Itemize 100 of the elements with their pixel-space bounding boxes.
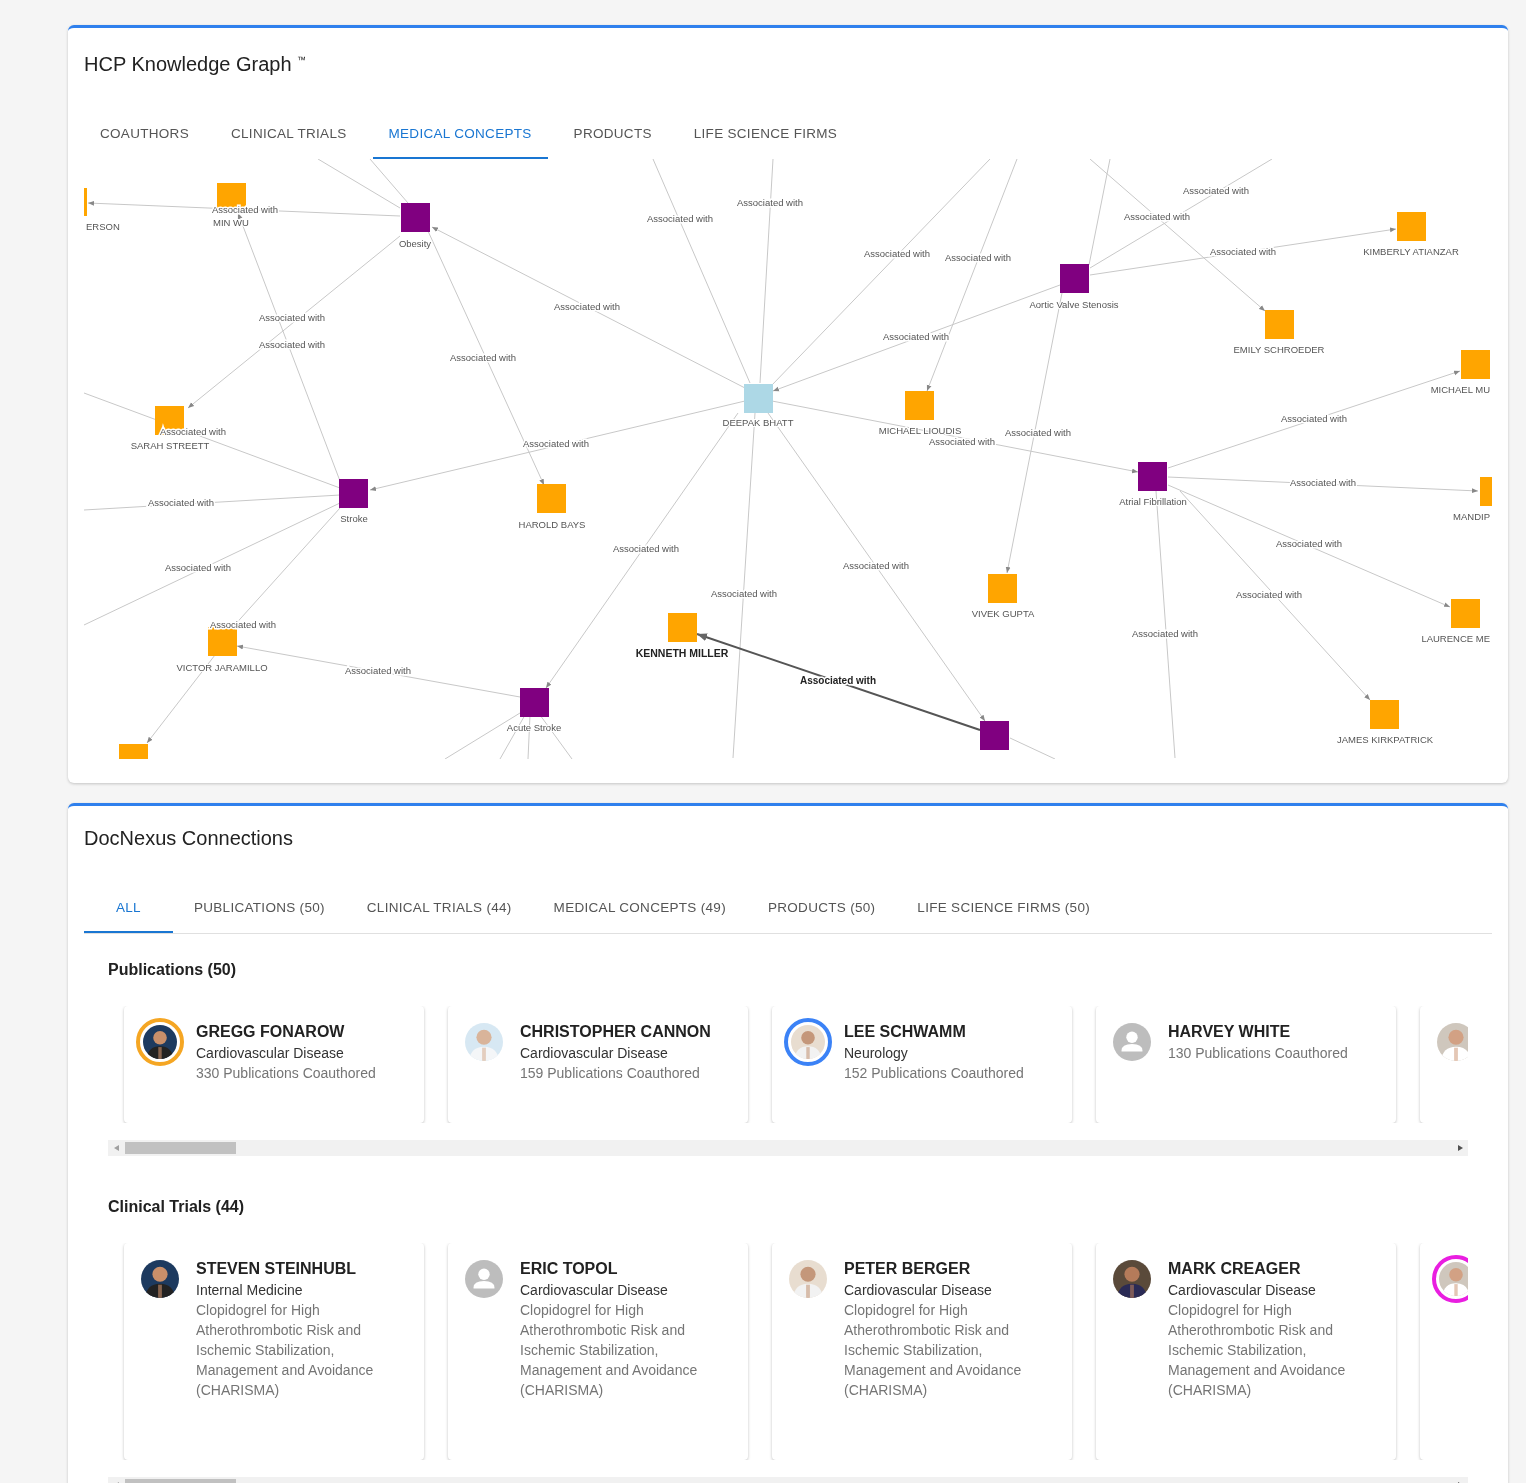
specialty: Internal Medicine — [196, 1280, 304, 1300]
edge-label: Associated with — [1005, 426, 1071, 438]
edge-label: Associated with — [883, 330, 949, 342]
graph-node[interactable] — [980, 720, 1009, 750]
graph-node[interactable] — [744, 383, 773, 413]
person-card[interactable]: PETER BERGER Cardiovascular Disease Clopidogrel for High Atherothrombotic Risk and Ischemic Stabilization, Management and Avoidance (CHARISMA) — [772, 1242, 1072, 1460]
node-label: LAURENCE ME — [1421, 632, 1490, 644]
specialty: Cardiovascular Disease — [1168, 1280, 1317, 1300]
person-card[interactable]: STEVEN STEINHUBL Internal Medicine Clopidogrel for High Atherothrombotic Risk and Ischemic Stabilization, Management and Avoidance (CHARISMA) — [124, 1242, 424, 1460]
specialty: Cardiovascular Disease — [196, 1043, 345, 1063]
graph-node[interactable] — [84, 187, 87, 216]
edge-label: Associated with — [1132, 627, 1198, 639]
graph-node[interactable] — [520, 687, 549, 717]
connection-detail: 330 Publications Coauthored — [196, 1063, 376, 1083]
person-name: STEVEN STEINHUBL — [196, 1258, 357, 1279]
scrollbar-thumb[interactable] — [125, 1141, 236, 1154]
graph-node[interactable] — [1461, 349, 1490, 379]
node-label: MANDIP — [1453, 510, 1490, 522]
scroll-left-icon[interactable] — [114, 1144, 119, 1151]
tab[interactable]: MEDICAL CONCEPTS (49) — [532, 884, 747, 933]
person-icon — [465, 1259, 503, 1298]
node-label: HAROLD BAYS — [518, 518, 586, 530]
person-card[interactable]: GREGG FONAROW Cardiovascular Disease 330 Publications Coauthored — [124, 1005, 424, 1123]
tab[interactable]: PUBLICATIONS (50) — [172, 884, 346, 933]
node-label: Obesity — [398, 237, 432, 249]
tab[interactable]: CLINICAL TRIALS — [214, 110, 363, 159]
edge-label: Associated with — [737, 196, 803, 208]
graph-node[interactable] — [905, 390, 934, 420]
node-label: VIVEK GUPTA — [971, 607, 1035, 619]
section-title: Clinical Trials (44) — [108, 1196, 246, 1217]
person-card[interactable]: HARVEY WHITE 130 Publications Coauthored — [1096, 1005, 1396, 1123]
person-name: CHRISTOPHER CANNON — [520, 1021, 711, 1042]
graph-node[interactable] — [1370, 699, 1399, 729]
connection-detail: 159 Publications Coauthored — [520, 1063, 701, 1083]
scrollbar[interactable] — [108, 1139, 1468, 1156]
graph-node[interactable] — [1451, 598, 1480, 628]
person-card[interactable]: CHRISTOPHER CANNON Cardiovascular Disease 159 Publications Coauthored — [448, 1005, 748, 1123]
connection-detail: Clopidogrel for High Atherothrombotic Risk and Ischemic Stabilization, Management and Avoidance (CHARISMA) — [196, 1300, 375, 1400]
panel-title: DocNexus Connections — [84, 825, 294, 850]
person-card[interactable]: ERIC TOPOL Cardiovascular Disease Clopidogrel for High Atherothrombotic Risk and Ischemic Stabilization, Management and Avoidance (CHARISMA) — [448, 1242, 748, 1460]
node-label: JAMES KIRKPATRICK — [1336, 733, 1434, 745]
node-label: VICTOR JARAMILLO — [176, 661, 268, 673]
node-label: DEEPAK BHATT — [722, 416, 794, 428]
node-label: KENNETH MILLER — [635, 646, 729, 659]
tab[interactable]: ALL — [84, 884, 173, 933]
graph-node[interactable] — [537, 483, 566, 513]
tab[interactable]: LIFE SCIENCE FIRMS (50) — [896, 884, 1112, 933]
edge-label: Associated with — [864, 247, 930, 259]
tab[interactable]: MEDICAL CONCEPTS — [372, 110, 548, 159]
tab[interactable]: COAUTHORS — [84, 110, 205, 159]
node-label: MIN WU — [213, 216, 249, 228]
node-label: MICHAEL MU — [1430, 383, 1490, 395]
graph-node[interactable] — [1397, 211, 1426, 241]
graph-node[interactable] — [1480, 476, 1492, 506]
edge-label: Associated with — [210, 618, 276, 630]
edge-label: Associated with — [1210, 245, 1276, 257]
section-title: Publications (50) — [108, 959, 238, 980]
edge-label: Associated with — [345, 664, 411, 676]
person-name: ERIC TOPOL — [520, 1258, 619, 1279]
tab[interactable]: PRODUCTS (50) — [746, 884, 897, 933]
person-card[interactable]: LEE SCHWAMM Neurology 152 Publications Coauthored — [772, 1005, 1072, 1123]
edge-label: Associated with — [523, 437, 589, 449]
edge-label: Associated with — [843, 559, 909, 571]
graph-node[interactable] — [1265, 309, 1294, 339]
connection-detail: Clopidogrel for High Atherothrombotic Risk and Ischemic Stabilization, Management and Avoidance (CHARISMA) — [520, 1300, 699, 1400]
edge-label: Associated with — [1183, 184, 1249, 196]
node-label: MICHAEL LIOUDIS — [878, 424, 962, 436]
connection-detail: 130 Publications Coauthored — [1168, 1043, 1348, 1063]
edge-label: Associated with — [1290, 476, 1356, 488]
node-label: Stroke — [340, 512, 368, 524]
graph-node[interactable] — [1060, 263, 1089, 293]
specialty: Neurology — [844, 1043, 909, 1063]
edge-label: Associated with — [1276, 537, 1342, 549]
tab[interactable]: PRODUCTS — [557, 110, 668, 159]
graph-node[interactable] — [1138, 461, 1167, 491]
person-name: LEE SCHWAMM — [844, 1021, 967, 1042]
person-card[interactable]: MARK CREAGER Cardiovascular Disease Clopidogrel for High Atherothrombotic Risk and Ischemic Stabilization, Management and Avoidance (CHARISMA) — [1096, 1242, 1396, 1460]
edge-label: Associated with — [929, 435, 995, 447]
graph-node[interactable] — [339, 478, 368, 508]
edge-label: Associated with — [450, 351, 516, 363]
edge-label: Associated with — [554, 300, 620, 312]
person-name: MARK CREAGER — [1168, 1258, 1302, 1279]
graph-node[interactable] — [668, 612, 697, 642]
scroll-right-icon[interactable] — [1458, 1144, 1463, 1151]
edge-label: Associated with — [259, 311, 325, 323]
node-label: EMILY SCHROEDER — [1233, 343, 1325, 355]
graph-node[interactable] — [401, 202, 430, 232]
edge-label: Associated with — [613, 542, 679, 554]
edge-label: Associated with — [1236, 588, 1302, 600]
node-label: SARAH STREETT — [130, 439, 210, 451]
graph-node[interactable] — [988, 573, 1017, 603]
tab[interactable]: CLINICAL TRIALS (44) — [345, 884, 533, 933]
node-label: KIMBERLY ATIANZAR — [1363, 245, 1459, 257]
edge-label: Associated with — [647, 212, 713, 224]
edge-label: Associated with — [165, 561, 231, 573]
graph-node[interactable] — [119, 743, 148, 759]
edge-label: Associated with — [711, 587, 777, 599]
tab[interactable]: LIFE SCIENCE FIRMS — [677, 110, 854, 159]
graph-node[interactable] — [208, 626, 237, 656]
specialty: Cardiovascular Disease — [520, 1043, 669, 1063]
